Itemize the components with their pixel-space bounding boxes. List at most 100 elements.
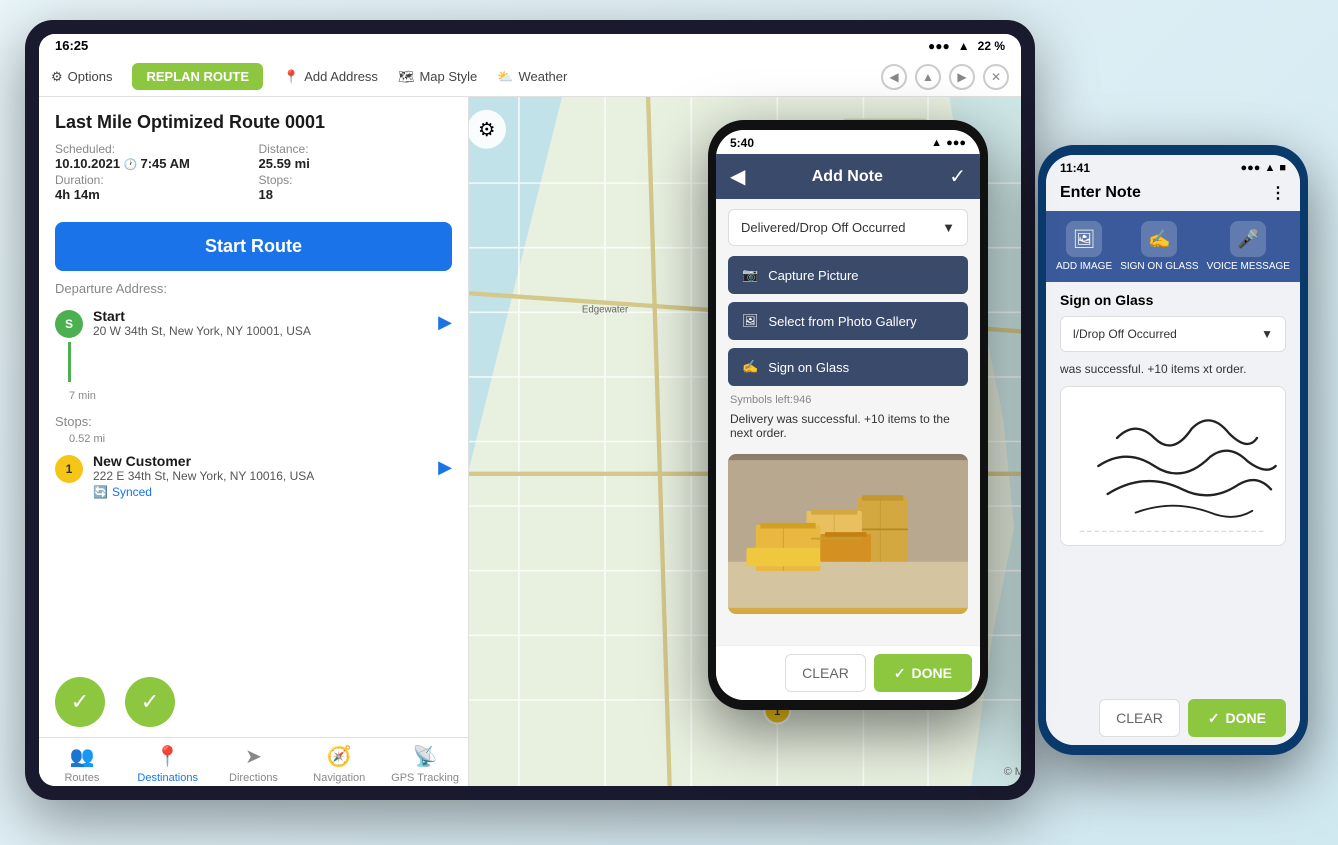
check-button-2[interactable]: ✓ (125, 677, 175, 727)
phone1-status-icons: ▲ ●●● (931, 137, 966, 149)
weather-button[interactable]: ⛅ Weather (497, 69, 567, 85)
stop1-navigate-icon[interactable]: ▶ (438, 457, 452, 478)
options-button[interactable]: ⚙ Options (51, 69, 112, 85)
stops-list: 0.52 mi 1 New Customer 222 E 34th St, Ne… (39, 433, 468, 505)
phone2-status-bar: 11:41 ●●● ▲ ■ (1046, 155, 1300, 179)
phone2-menu-icon[interactable]: ⋮ (1270, 183, 1286, 203)
check-button-1[interactable]: ✓ (55, 677, 105, 727)
phone2-body: Sign on Glass l/Drop Off Occurred ▼ was … (1046, 282, 1300, 691)
stop1-badge: 1 (55, 455, 83, 483)
action-checkmarks: ✓ ✓ (39, 667, 468, 737)
clear-button[interactable]: CLEAR (785, 654, 866, 692)
phone2-screen: 11:41 ●●● ▲ ■ Enter Note ⋮ 🖼 ADD IMAGE ✍… (1046, 155, 1300, 745)
phone2-delivery-note: was successful. +10 items xt order. (1060, 362, 1286, 376)
phone2-enter-note: 11:41 ●●● ▲ ■ Enter Note ⋮ 🖼 ADD IMAGE ✍… (1038, 145, 1308, 755)
sign-on-glass-action[interactable]: ✍ SIGN ON GLASS (1120, 221, 1198, 272)
nav-close-button[interactable]: ✕ (983, 64, 1009, 90)
back-button[interactable]: ◀ (730, 164, 745, 189)
routes-icon: 👥 (69, 744, 94, 769)
route-title: Last Mile Optimized Route 0001 (55, 111, 452, 134)
phone2-time: 11:41 (1060, 161, 1090, 175)
stop-1-item: 1 New Customer 222 E 34th St, New York, … (55, 447, 452, 505)
phone1-signal: ▲ (931, 137, 942, 149)
svg-text:⚙: ⚙ (478, 119, 495, 141)
phone1-body: Delivered/Drop Off Occurred ▼ 📷 Capture … (716, 199, 980, 645)
add-image-icon: 🖼 (1066, 221, 1102, 257)
nav-forward-button[interactable]: ▶ (949, 64, 975, 90)
sign-on-glass-button[interactable]: ✍ Sign on Glass (728, 348, 968, 386)
wifi-icon: ▲ (958, 39, 970, 53)
nav-back-button[interactable]: ◀ (881, 64, 907, 90)
stops-row: Stops: 18 (259, 173, 453, 202)
battery-icon: 22 % (978, 39, 1005, 53)
voice-message-action[interactable]: 🎤 VOICE MESSAGE (1207, 221, 1290, 272)
gallery-icon: 🖼 (742, 313, 759, 329)
sign-icon: ✍ (742, 359, 758, 375)
add-image-action[interactable]: 🖼 ADD IMAGE (1056, 221, 1112, 272)
stops-section-label: Stops: (39, 406, 468, 433)
tab-directions[interactable]: ➤ Directions (211, 744, 297, 784)
distance-row: Distance: 25.59 mi (259, 142, 453, 171)
nav-controls: ◀ ▲ ▶ ✕ (881, 64, 1009, 90)
departure-stop-item: S Start 20 W 34th St, New York, NY 10001… (55, 302, 452, 390)
directions-icon: ➤ (245, 744, 262, 769)
delivery-type-dropdown[interactable]: Delivered/Drop Off Occurred ▼ (728, 209, 968, 246)
stop1-info: New Customer 222 E 34th St, New York, NY… (93, 453, 428, 499)
phone1-title: Add Note (755, 168, 939, 186)
start-navigate-icon[interactable]: ▶ (438, 312, 452, 333)
signature-canvas[interactable] (1060, 386, 1286, 546)
phone1-time: 5:40 (730, 136, 754, 150)
photo-gallery-button[interactable]: 🖼 Select from Photo Gallery (728, 302, 968, 340)
signal-icon: ●●● (928, 39, 950, 53)
phone2-bottom-bar: CLEAR ✓ DONE (1046, 691, 1300, 745)
bottom-tabs: 👥 Routes 📍 Destinations ➤ Directions 🧭 N… (39, 737, 468, 786)
done-button[interactable]: ✓ DONE (874, 654, 972, 692)
add-address-button[interactable]: 📍 Add Address (283, 69, 378, 85)
tablet-toolbar: ⚙ Options REPLAN ROUTE 📍 Add Address 🗺 M… (39, 57, 1021, 97)
gear-icon: ⚙ (51, 69, 63, 85)
start-stop-info: Start 20 W 34th St, New York, NY 10001, … (93, 308, 428, 338)
route-meta: Scheduled: 10.10.2021 🕐 7:45 AM Distance… (55, 142, 452, 202)
pin-icon: 📍 (283, 69, 299, 85)
tab-navigation[interactable]: 🧭 Navigation (296, 744, 382, 784)
start-route-button[interactable]: Start Route (55, 222, 452, 271)
tab-gps[interactable]: 📡 GPS Tracking (382, 744, 468, 784)
phone2-done-button[interactable]: ✓ DONE (1188, 699, 1286, 737)
delivery-note-text: Delivery was successful. +10 items to th… (716, 410, 980, 448)
signature-drawing (1061, 387, 1285, 545)
map-style-button[interactable]: 🗺 Map Style (398, 69, 477, 85)
phone1-screen: 5:40 ▲ ●●● ◀ Add Note ✓ Delivered/Drop O… (716, 130, 980, 700)
phone1-status-bar: 5:40 ▲ ●●● (716, 130, 980, 154)
phone2-title-bar: Enter Note ⋮ (1046, 179, 1300, 211)
mic-icon: 🎤 (1230, 221, 1266, 257)
nav-up-button[interactable]: ▲ (915, 64, 941, 90)
done-check-icon: ✓ (894, 665, 906, 682)
phone2-title: Enter Note (1060, 184, 1141, 202)
tablet-status-bar: 16:25 ●●● ▲ 22 % (39, 34, 1021, 57)
capture-picture-button[interactable]: 📷 Capture Picture (728, 256, 968, 294)
phone2-signal: ●●● (1241, 162, 1261, 174)
phone2-clear-button[interactable]: CLEAR (1099, 699, 1180, 737)
phone2-action-row: 🖼 ADD IMAGE ✍ SIGN ON GLASS 🎤 VOICE MESS… (1046, 211, 1300, 282)
phone2-status-icons: ●●● ▲ ■ (1241, 162, 1286, 174)
gps-icon: 📡 (413, 744, 438, 769)
checkmark-button[interactable]: ✓ (949, 164, 966, 189)
sync-icon: 🔄 (93, 485, 108, 499)
stop1-dist: 0.52 mi (55, 433, 452, 445)
symbols-count: Symbols left:946 (716, 390, 980, 410)
phone2-dropdown[interactable]: l/Drop Off Occurred ▼ (1060, 316, 1286, 352)
map-icon: 🗺 (398, 69, 415, 85)
duration-row: Duration: 4h 14m (55, 173, 249, 202)
sidebar: Last Mile Optimized Route 0001 Scheduled… (39, 97, 469, 786)
svg-text:© Maps: © Maps (1004, 766, 1021, 778)
phone2-wifi: ▲ (1264, 162, 1275, 174)
navigation-icon: 🧭 (327, 744, 352, 769)
phone1-header: ◀ Add Note ✓ (716, 154, 980, 199)
tab-routes[interactable]: 👥 Routes (39, 744, 125, 784)
tab-destinations[interactable]: 📍 Destinations (125, 744, 211, 784)
replan-route-button[interactable]: REPLAN ROUTE (132, 63, 263, 90)
destinations-icon: 📍 (155, 744, 180, 769)
sign-glass-icon: ✍ (1141, 221, 1177, 257)
phone1-bottom-bar: CLEAR ✓ DONE (716, 645, 980, 700)
stop1-status: 🔄 Synced (93, 485, 428, 499)
